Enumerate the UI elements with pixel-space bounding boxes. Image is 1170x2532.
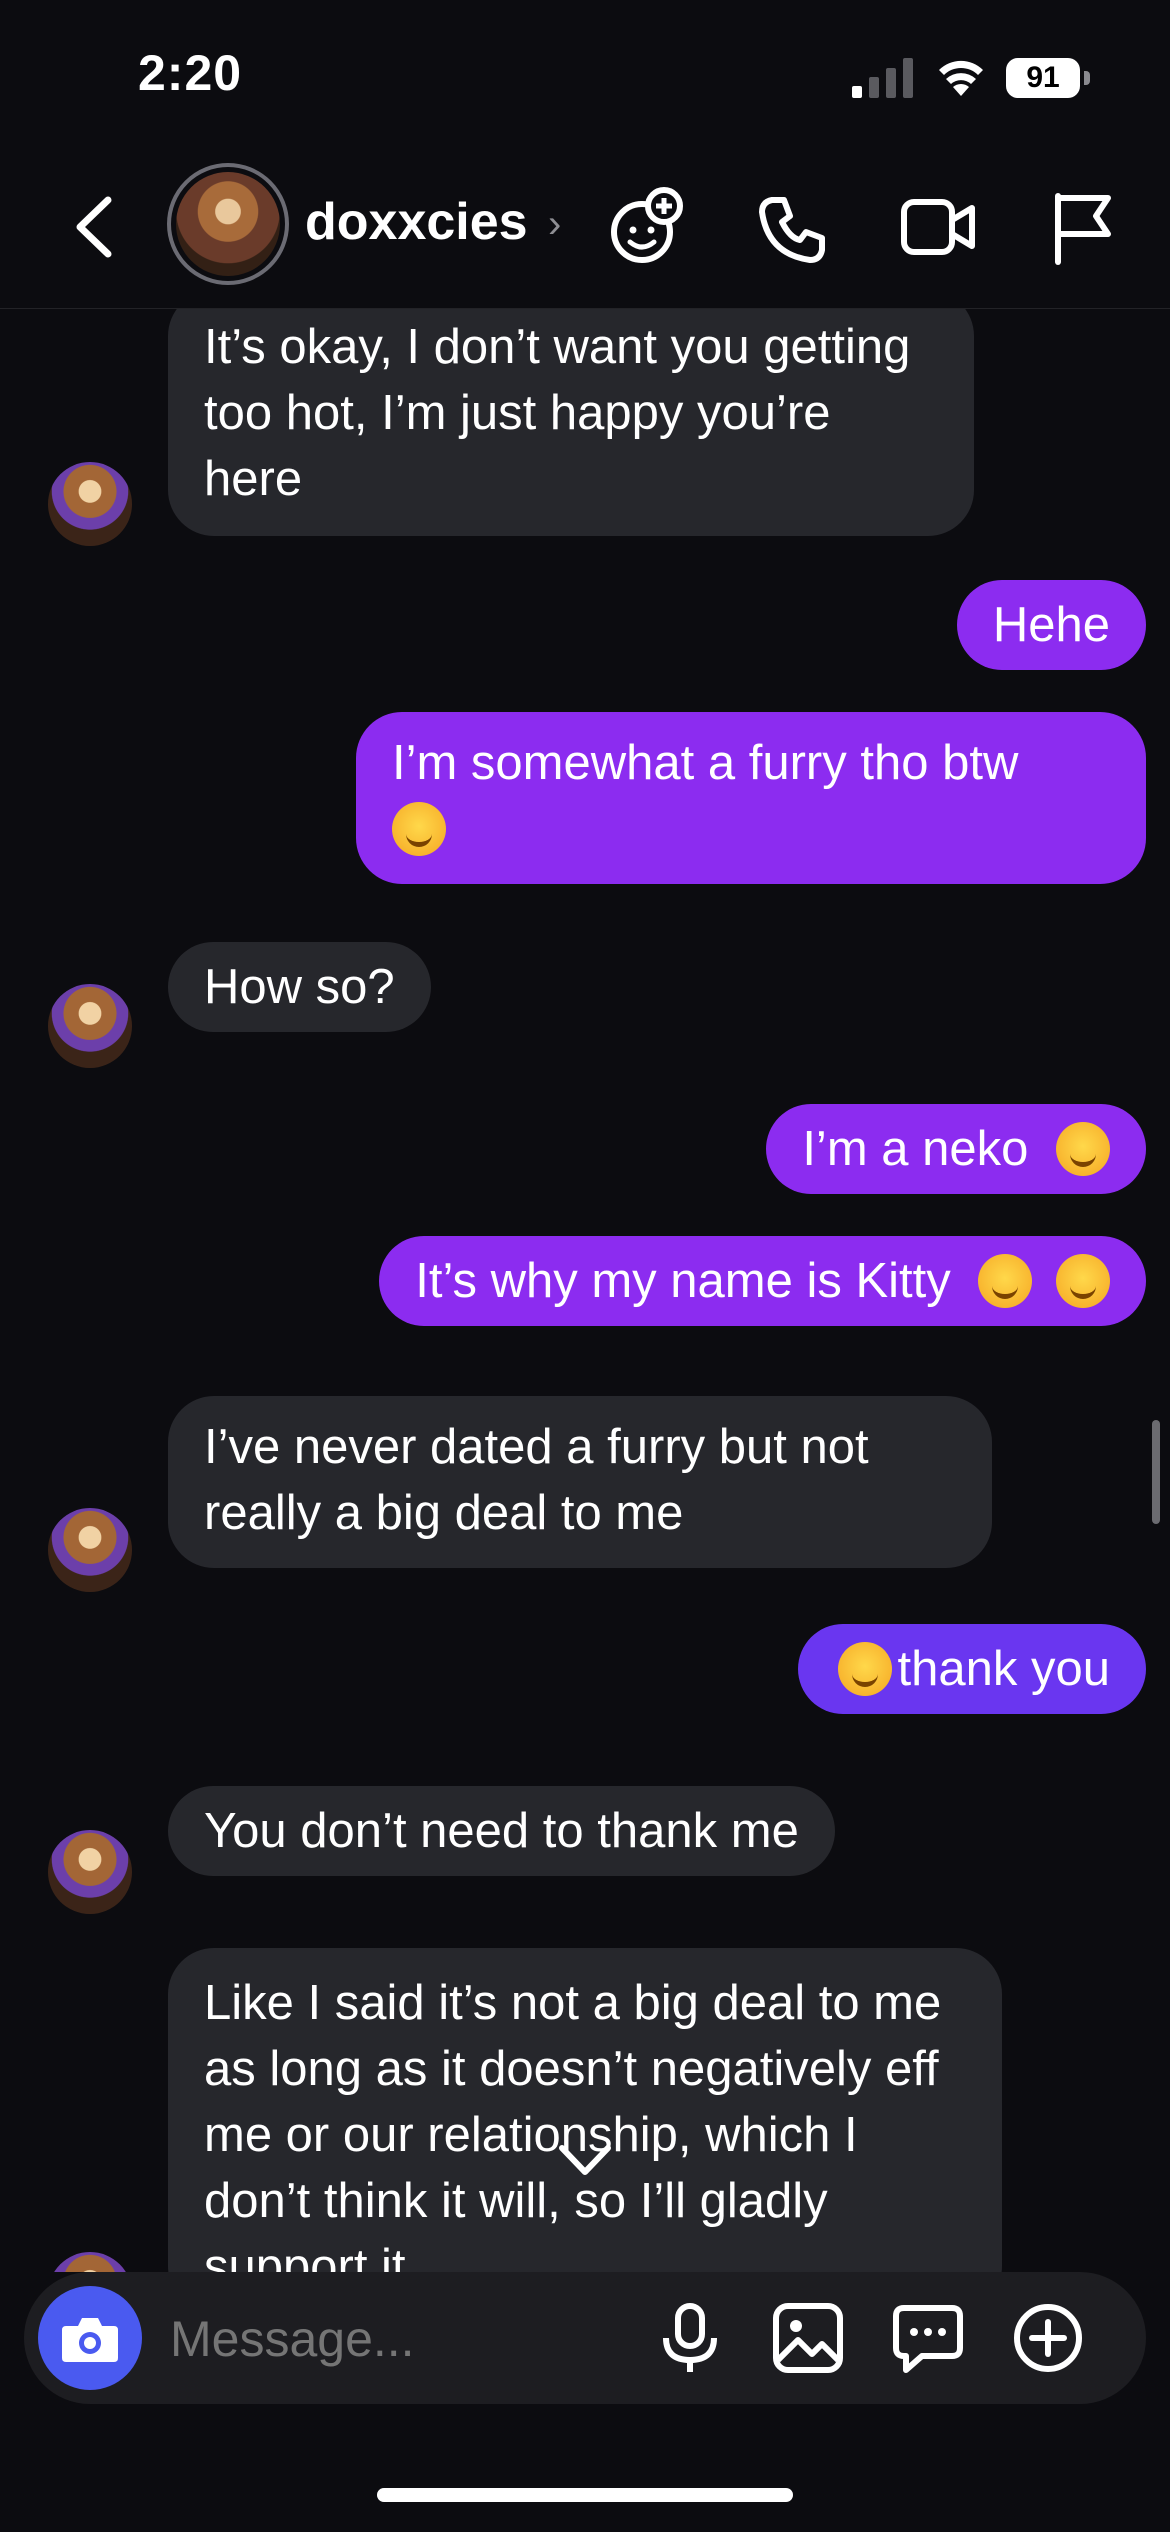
message-text: It’s okay, I don’t want you getting too … [204,320,911,506]
message-text: It’s why my name is Kitty [415,1254,951,1308]
sender-avatar[interactable] [48,462,132,546]
message-incoming[interactable]: I’ve never dated a furry but not really … [168,1396,992,1568]
wifi-icon [939,60,983,96]
message-outgoing[interactable]: I’m somewhat a furry tho btw [356,712,1146,884]
scroll-indicator[interactable] [1152,1420,1160,1524]
battery-indicator: 91 [1006,58,1090,98]
image-icon[interactable] [772,2302,844,2374]
sweat-smile-emoji [1056,1254,1110,1309]
camera-icon [62,2318,118,2362]
message-text: Hehe [992,598,1110,652]
message-text: Like I said it’s not a big deal to me as… [204,1976,942,2272]
message-outgoing[interactable]: I’m a neko [766,1104,1146,1194]
sweat-smile-emoji [978,1254,1033,1309]
signal-icon [852,58,913,98]
message-incoming[interactable]: It’s okay, I don’t want you getting too … [168,308,974,536]
sender-avatar[interactable] [48,1508,132,1592]
message-input[interactable] [170,2310,650,2368]
avatar-photo [176,172,280,276]
message-text: How so? [204,960,395,1014]
sender-avatar[interactable] [48,1830,132,1914]
message-thread[interactable]: It’s okay, I don’t want you getting too … [0,308,1170,2272]
chat-header: doxxcies › [0,150,1170,309]
camera-button[interactable] [38,2286,142,2390]
contact-username[interactable]: doxxcies [305,192,528,252]
message-incoming[interactable]: You don’t need to thank me [168,1786,835,1876]
message-text: I’m a neko [802,1122,1029,1176]
message-text: thank you [897,1642,1111,1696]
message-outgoing[interactable]: It’s why my name is Kitty [379,1236,1146,1326]
scroll-down-chevron-icon[interactable] [556,2140,614,2180]
phone-icon[interactable] [758,194,828,264]
message-text: I’m somewhat a furry tho btw [392,736,1019,790]
message-outgoing[interactable]: thank you [797,1624,1146,1714]
battery-level: 91 [1006,58,1080,98]
home-indicator[interactable] [377,2488,793,2502]
microphone-icon[interactable] [654,2302,726,2374]
sender-avatar[interactable] [48,2252,132,2272]
message-text: You don’t need to thank me [204,1804,799,1858]
status-time: 2:20 [138,45,243,101]
message-text: I’ve never dated a furry but not really … [204,1420,869,1540]
sender-avatar[interactable] [48,984,132,1068]
message-incoming[interactable]: How so? [168,942,431,1032]
contact-avatar[interactable] [167,163,289,285]
flag-icon[interactable] [1050,190,1116,266]
upside-down-face-emoji [837,1642,892,1697]
sweat-smile-emoji [1056,1122,1110,1177]
plus-circle-icon[interactable] [1012,2302,1084,2374]
message-incoming[interactable]: Like I said it’s not a big deal to me as… [168,1948,1002,2272]
message-composer [24,2272,1146,2404]
profile-chevron-icon[interactable]: › [548,202,561,247]
sweat-smile-emoji [392,802,446,857]
back-chevron-icon[interactable] [68,192,124,262]
video-camera-icon[interactable] [900,196,976,258]
sticker-add-icon[interactable] [608,186,684,268]
chat-bubble-icon[interactable] [892,2302,964,2374]
message-outgoing[interactable]: Hehe [956,580,1146,670]
status-bar: 2:20 91 [0,0,1170,150]
